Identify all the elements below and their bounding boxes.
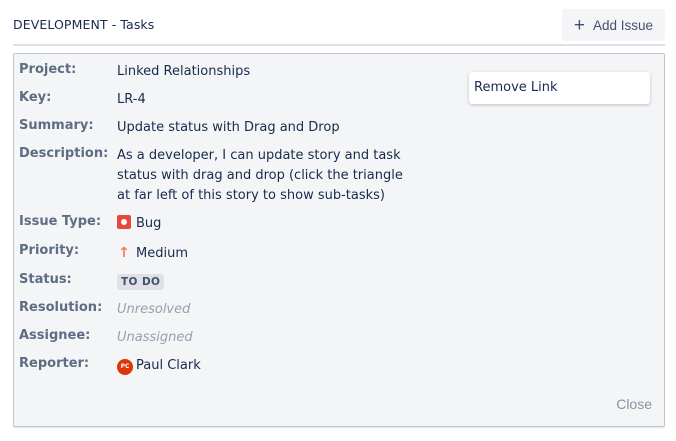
field-assignee: Assignee: Unassigned (19, 328, 193, 348)
field-summary: Summary: Update status with Drag and Dro… (19, 118, 340, 138)
status-badge: TO DO (117, 274, 165, 290)
field-label: Project: (19, 62, 77, 77)
field-label: Description: (19, 146, 109, 161)
key-value: LR-4 (117, 92, 146, 107)
field-resolution: Resolution: Unresolved (19, 300, 190, 320)
issue-type-value: Bug (136, 216, 162, 231)
summary-value: Update status with Drag and Drop (117, 120, 340, 135)
resolution-value: Unresolved (117, 302, 191, 317)
field-priority: Priority: ↑ Medium (19, 243, 188, 264)
field-label: Summary: (19, 118, 94, 133)
issue-details-panel: Project: Linked Relationships Key: LR-4 … (13, 53, 665, 427)
field-project: Project: Linked Relationships (19, 62, 250, 82)
section-title: DEVELOPMENT - Tasks (13, 17, 155, 32)
field-reporter: Reporter: PC Paul Clark (19, 356, 201, 376)
field-status: Status: TO DO (19, 272, 165, 292)
field-label: Resolution: (19, 300, 103, 315)
field-label: Reporter: (19, 356, 90, 371)
close-button[interactable]: Close (616, 396, 652, 412)
priority-value: Medium (136, 246, 188, 261)
field-label: Issue Type: (19, 214, 102, 229)
priority-medium-icon: ↑ (118, 245, 130, 261)
avatar: PC (117, 359, 133, 375)
field-label: Assignee: (19, 328, 91, 343)
field-issue-type: Issue Type: Bug (19, 214, 161, 234)
field-key: Key: LR-4 (19, 90, 146, 110)
plus-icon: + (573, 14, 585, 36)
remove-link-menu-item[interactable]: Remove Link (469, 72, 650, 104)
add-issue-label: Add Issue (592, 17, 653, 33)
field-description: Description: As a developer, I can updat… (19, 146, 417, 206)
add-issue-button[interactable]: + Add Issue (561, 9, 665, 41)
field-label: Priority: (19, 243, 80, 258)
reporter-value: Paul Clark (136, 358, 201, 373)
description-value: As a developer, I can update story and t… (117, 148, 403, 203)
bug-icon (117, 215, 131, 229)
assignee-value: Unassigned (117, 330, 193, 345)
field-label: Key: (19, 90, 52, 105)
project-value: Linked Relationships (117, 64, 251, 79)
section-header: DEVELOPMENT - Tasks + Add Issue (13, 9, 665, 46)
field-label: Status: (19, 272, 72, 287)
